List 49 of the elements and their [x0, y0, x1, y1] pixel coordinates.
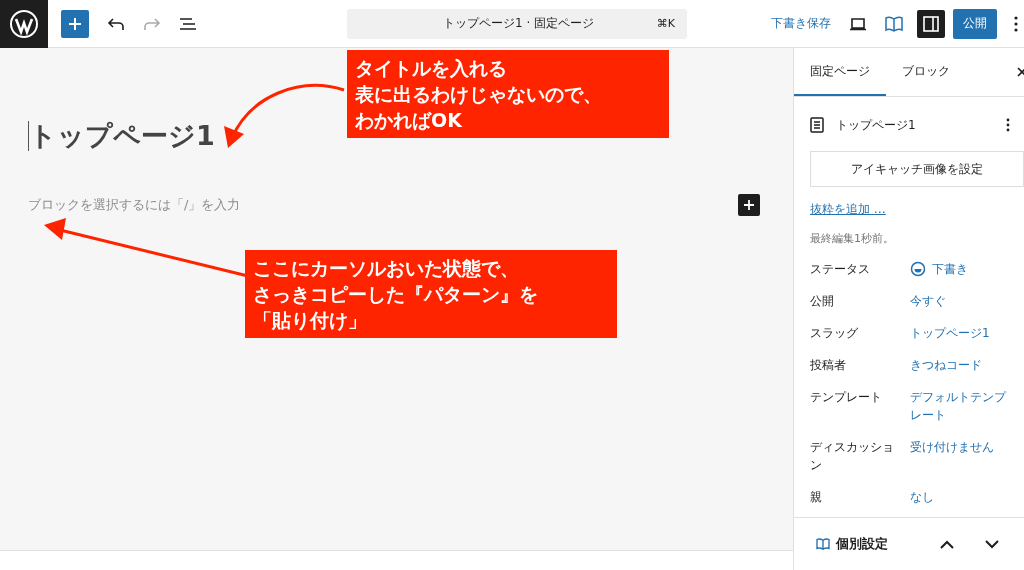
more-options-icon[interactable]: [1014, 15, 1018, 32]
plus-icon: [68, 16, 82, 31]
field-label: ディスカッション: [810, 439, 894, 474]
book-icon[interactable]: [885, 15, 903, 32]
chevron-down-icon[interactable]: [985, 539, 999, 549]
featured-image-button[interactable]: アイキャッチ画像を設定: [810, 151, 1024, 187]
sidebar-tab[interactable]: ブロック: [886, 48, 966, 96]
page-icon: [810, 117, 824, 133]
close-icon[interactable]: [1017, 67, 1024, 77]
field-label: 親: [810, 489, 823, 506]
save-draft-button[interactable]: 下書き保存: [771, 15, 831, 32]
add-excerpt-link[interactable]: 抜粋を追加 …: [810, 201, 886, 218]
field-value-link[interactable]: なし: [910, 488, 934, 506]
field-label: 投稿者: [810, 357, 847, 374]
publish-button[interactable]: 公開: [953, 8, 997, 39]
field-value-link[interactable]: 今すぐ: [910, 292, 946, 310]
annotation-note: ここにカーソルおいた状態で、 さっきコピーした『パターン』を 「貼り付け」: [245, 250, 617, 338]
sidebar-icon: [923, 15, 939, 32]
wordpress-logo-icon[interactable]: [0, 0, 48, 48]
annotation-note: タイトルを入れる 表に出るわけじゃないので、 わかればOK: [347, 50, 669, 138]
field-label: 公開: [810, 293, 835, 310]
add-block-button[interactable]: [738, 194, 760, 216]
last-edited-text: 最終編集1秒前。: [810, 231, 895, 246]
field-label: スラッグ: [810, 325, 859, 342]
undo-icon[interactable]: [107, 16, 125, 31]
sidebar-tab[interactable]: 固定ページ: [794, 48, 886, 96]
sidebar-toggle-button[interactable]: [917, 9, 945, 38]
document-title: トップページ1 · 固定ページ: [443, 15, 595, 32]
block-placeholder[interactable]: ブロックを選択するには「/」を入力: [28, 196, 241, 214]
book-icon: [816, 538, 830, 550]
list-view-icon[interactable]: [179, 16, 197, 31]
chevron-up-icon[interactable]: [940, 539, 954, 549]
shortcut-label: ⌘K: [656, 17, 675, 30]
panel-title: 個別設定: [836, 535, 889, 553]
field-label: ステータス: [810, 261, 871, 278]
field-label: テンプレート: [810, 389, 883, 406]
laptop-icon[interactable]: [849, 16, 867, 31]
plus-icon: [743, 199, 755, 211]
command-bar[interactable]: トップページ1 · 固定ページ ⌘K: [347, 8, 687, 39]
page-name: トップページ1: [836, 116, 917, 134]
field-value-link[interactable]: 受け付けません: [910, 438, 994, 456]
panel-header[interactable]: 個別設定: [794, 517, 1024, 570]
field-value-link[interactable]: 下書き: [932, 260, 968, 278]
field-value-link[interactable]: デフォルトテンプレート: [910, 388, 1010, 424]
page-title[interactable]: トップページ1: [29, 118, 215, 154]
field-value-link[interactable]: トップページ1: [910, 324, 990, 342]
status-draft-icon: [910, 261, 926, 277]
more-options-icon[interactable]: [1006, 118, 1010, 132]
field-value-link[interactable]: きつねコード: [910, 356, 982, 374]
